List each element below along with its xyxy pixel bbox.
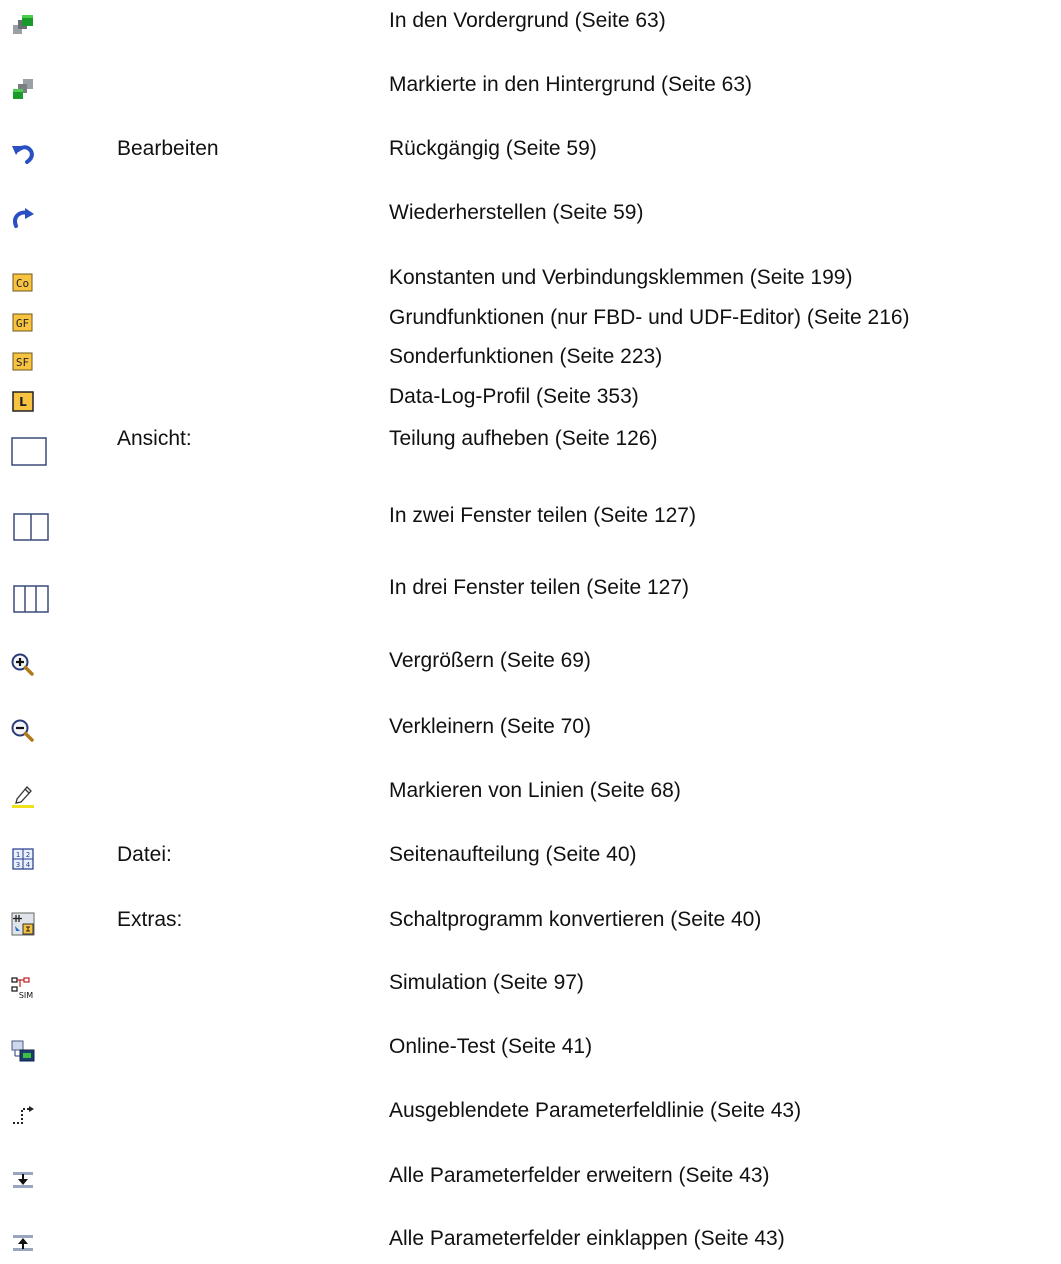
command-description: Alle Parameterfelder einklappen (Seite 4… — [389, 1227, 785, 1250]
command-description: Rückgängig (Seite 59) — [389, 137, 597, 160]
list-item: Alle Parameterfelder erweitern (Seite 43… — [0, 1163, 1061, 1193]
svg-text:SF: SF — [16, 356, 29, 369]
command-description: Online-Test (Seite 41) — [389, 1035, 593, 1058]
send-to-back-icon[interactable] — [10, 76, 36, 102]
svg-text:L: L — [19, 395, 27, 409]
redo-icon[interactable] — [10, 204, 36, 230]
zoom-in-icon[interactable] — [10, 652, 36, 678]
single-window-icon[interactable] — [10, 436, 50, 468]
menu-name: Ansicht: — [117, 427, 192, 450]
split-three-windows-icon[interactable] — [10, 583, 50, 615]
list-item: Vergrößern (Seite 69) — [0, 648, 1061, 678]
convert-program-icon[interactable] — [10, 911, 36, 937]
list-item: Ausgeblendete Parameterfeldlinie (Seite … — [0, 1098, 1061, 1128]
list-item: GF Grundfunktionen (nur FBD- und UDF-Edi… — [0, 305, 1061, 335]
online-test-icon[interactable] — [10, 1038, 36, 1064]
l-data-log-icon[interactable]: L — [10, 388, 36, 414]
list-item: Markieren von Linien (Seite 68) — [0, 778, 1061, 808]
collapse-all-parameters-icon[interactable] — [10, 1230, 36, 1256]
command-description: Markieren von Linien (Seite 68) — [389, 779, 681, 802]
command-description: In drei Fenster teilen (Seite 127) — [389, 576, 689, 599]
svg-text:1: 1 — [16, 851, 20, 859]
list-item: In den Vordergrund (Seite 63) — [0, 8, 1061, 38]
command-description: Schaltprogramm konvertieren (Seite 40) — [389, 908, 762, 931]
command-description: Grundfunktionen (nur FBD- und UDF-Editor… — [389, 306, 910, 329]
list-item: Ansicht: Teilung aufheben (Seite 126) — [0, 426, 1061, 466]
command-description: Ausgeblendete Parameterfeldlinie (Seite … — [389, 1099, 802, 1122]
list-item: Co Konstanten und Verbindungsklemmen (Se… — [0, 265, 1061, 295]
zoom-out-icon[interactable] — [10, 718, 36, 744]
svg-text:4: 4 — [26, 861, 30, 869]
command-description: Data-Log-Profil (Seite 353) — [389, 385, 639, 408]
co-constants-icon[interactable]: Co — [10, 269, 36, 295]
undo-icon[interactable] — [10, 140, 36, 166]
command-description: Seitenaufteilung (Seite 40) — [389, 843, 637, 866]
list-item: Extras: Schaltprogramm konvertieren (Sei… — [0, 907, 1061, 937]
sf-special-functions-icon[interactable]: SF — [10, 348, 36, 374]
list-item: Online-Test (Seite 41) — [0, 1034, 1061, 1064]
svg-text:Co: Co — [16, 277, 29, 290]
command-description: Vergrößern (Seite 69) — [389, 649, 591, 672]
list-item: 1234 Datei: Seitenaufteilung (Seite 40) — [0, 842, 1061, 872]
command-description: Teilung aufheben (Seite 126) — [389, 427, 658, 450]
split-two-windows-icon[interactable] — [10, 511, 50, 543]
list-item: SF Sonderfunktionen (Seite 223) — [0, 344, 1061, 374]
svg-text:2: 2 — [26, 851, 30, 859]
page-layout-icon[interactable]: 1234 — [10, 846, 36, 872]
list-item: Wiederherstellen (Seite 59) — [0, 200, 1061, 230]
list-item: Markierte in den Hintergrund (Seite 63) — [0, 72, 1061, 102]
command-description: Simulation (Seite 97) — [389, 971, 584, 994]
expand-all-parameters-icon[interactable] — [10, 1167, 36, 1193]
command-description: Konstanten und Verbindungsklemmen (Seite… — [389, 266, 853, 289]
menu-name: Extras: — [117, 908, 183, 931]
command-description: Markierte in den Hintergrund (Seite 63) — [389, 73, 753, 96]
list-item: Alle Parameterfelder einklappen (Seite 4… — [0, 1226, 1061, 1256]
command-description: Sonderfunktionen (Seite 223) — [389, 345, 663, 368]
list-item: SIM Simulation (Seite 97) — [0, 970, 1061, 1000]
svg-text:3: 3 — [16, 861, 20, 869]
list-item: L Data-Log-Profil (Seite 353) — [0, 384, 1061, 414]
hidden-parameter-line-icon[interactable] — [10, 1102, 36, 1128]
list-item: Verkleinern (Seite 70) — [0, 714, 1061, 744]
command-description: In zwei Fenster teilen (Seite 127) — [389, 504, 696, 527]
simulation-icon[interactable]: SIM — [10, 974, 36, 1000]
list-item: Bearbeiten Rückgängig (Seite 59) — [0, 136, 1061, 166]
menu-name: Datei: — [117, 843, 172, 866]
highlight-lines-pen-icon[interactable] — [10, 782, 36, 808]
command-description: Verkleinern (Seite 70) — [389, 715, 591, 738]
svg-text:GF: GF — [16, 317, 29, 330]
svg-text:SIM: SIM — [19, 991, 33, 1000]
list-item: In zwei Fenster teilen (Seite 127) — [0, 503, 1061, 541]
gf-basic-functions-icon[interactable]: GF — [10, 309, 36, 335]
command-description: In den Vordergrund (Seite 63) — [389, 9, 666, 32]
menu-name: Bearbeiten — [117, 137, 219, 160]
command-description: Wiederherstellen (Seite 59) — [389, 201, 644, 224]
bring-to-front-icon[interactable] — [10, 12, 36, 38]
list-item: In drei Fenster teilen (Seite 127) — [0, 575, 1061, 613]
command-description: Alle Parameterfelder erweitern (Seite 43… — [389, 1164, 770, 1187]
